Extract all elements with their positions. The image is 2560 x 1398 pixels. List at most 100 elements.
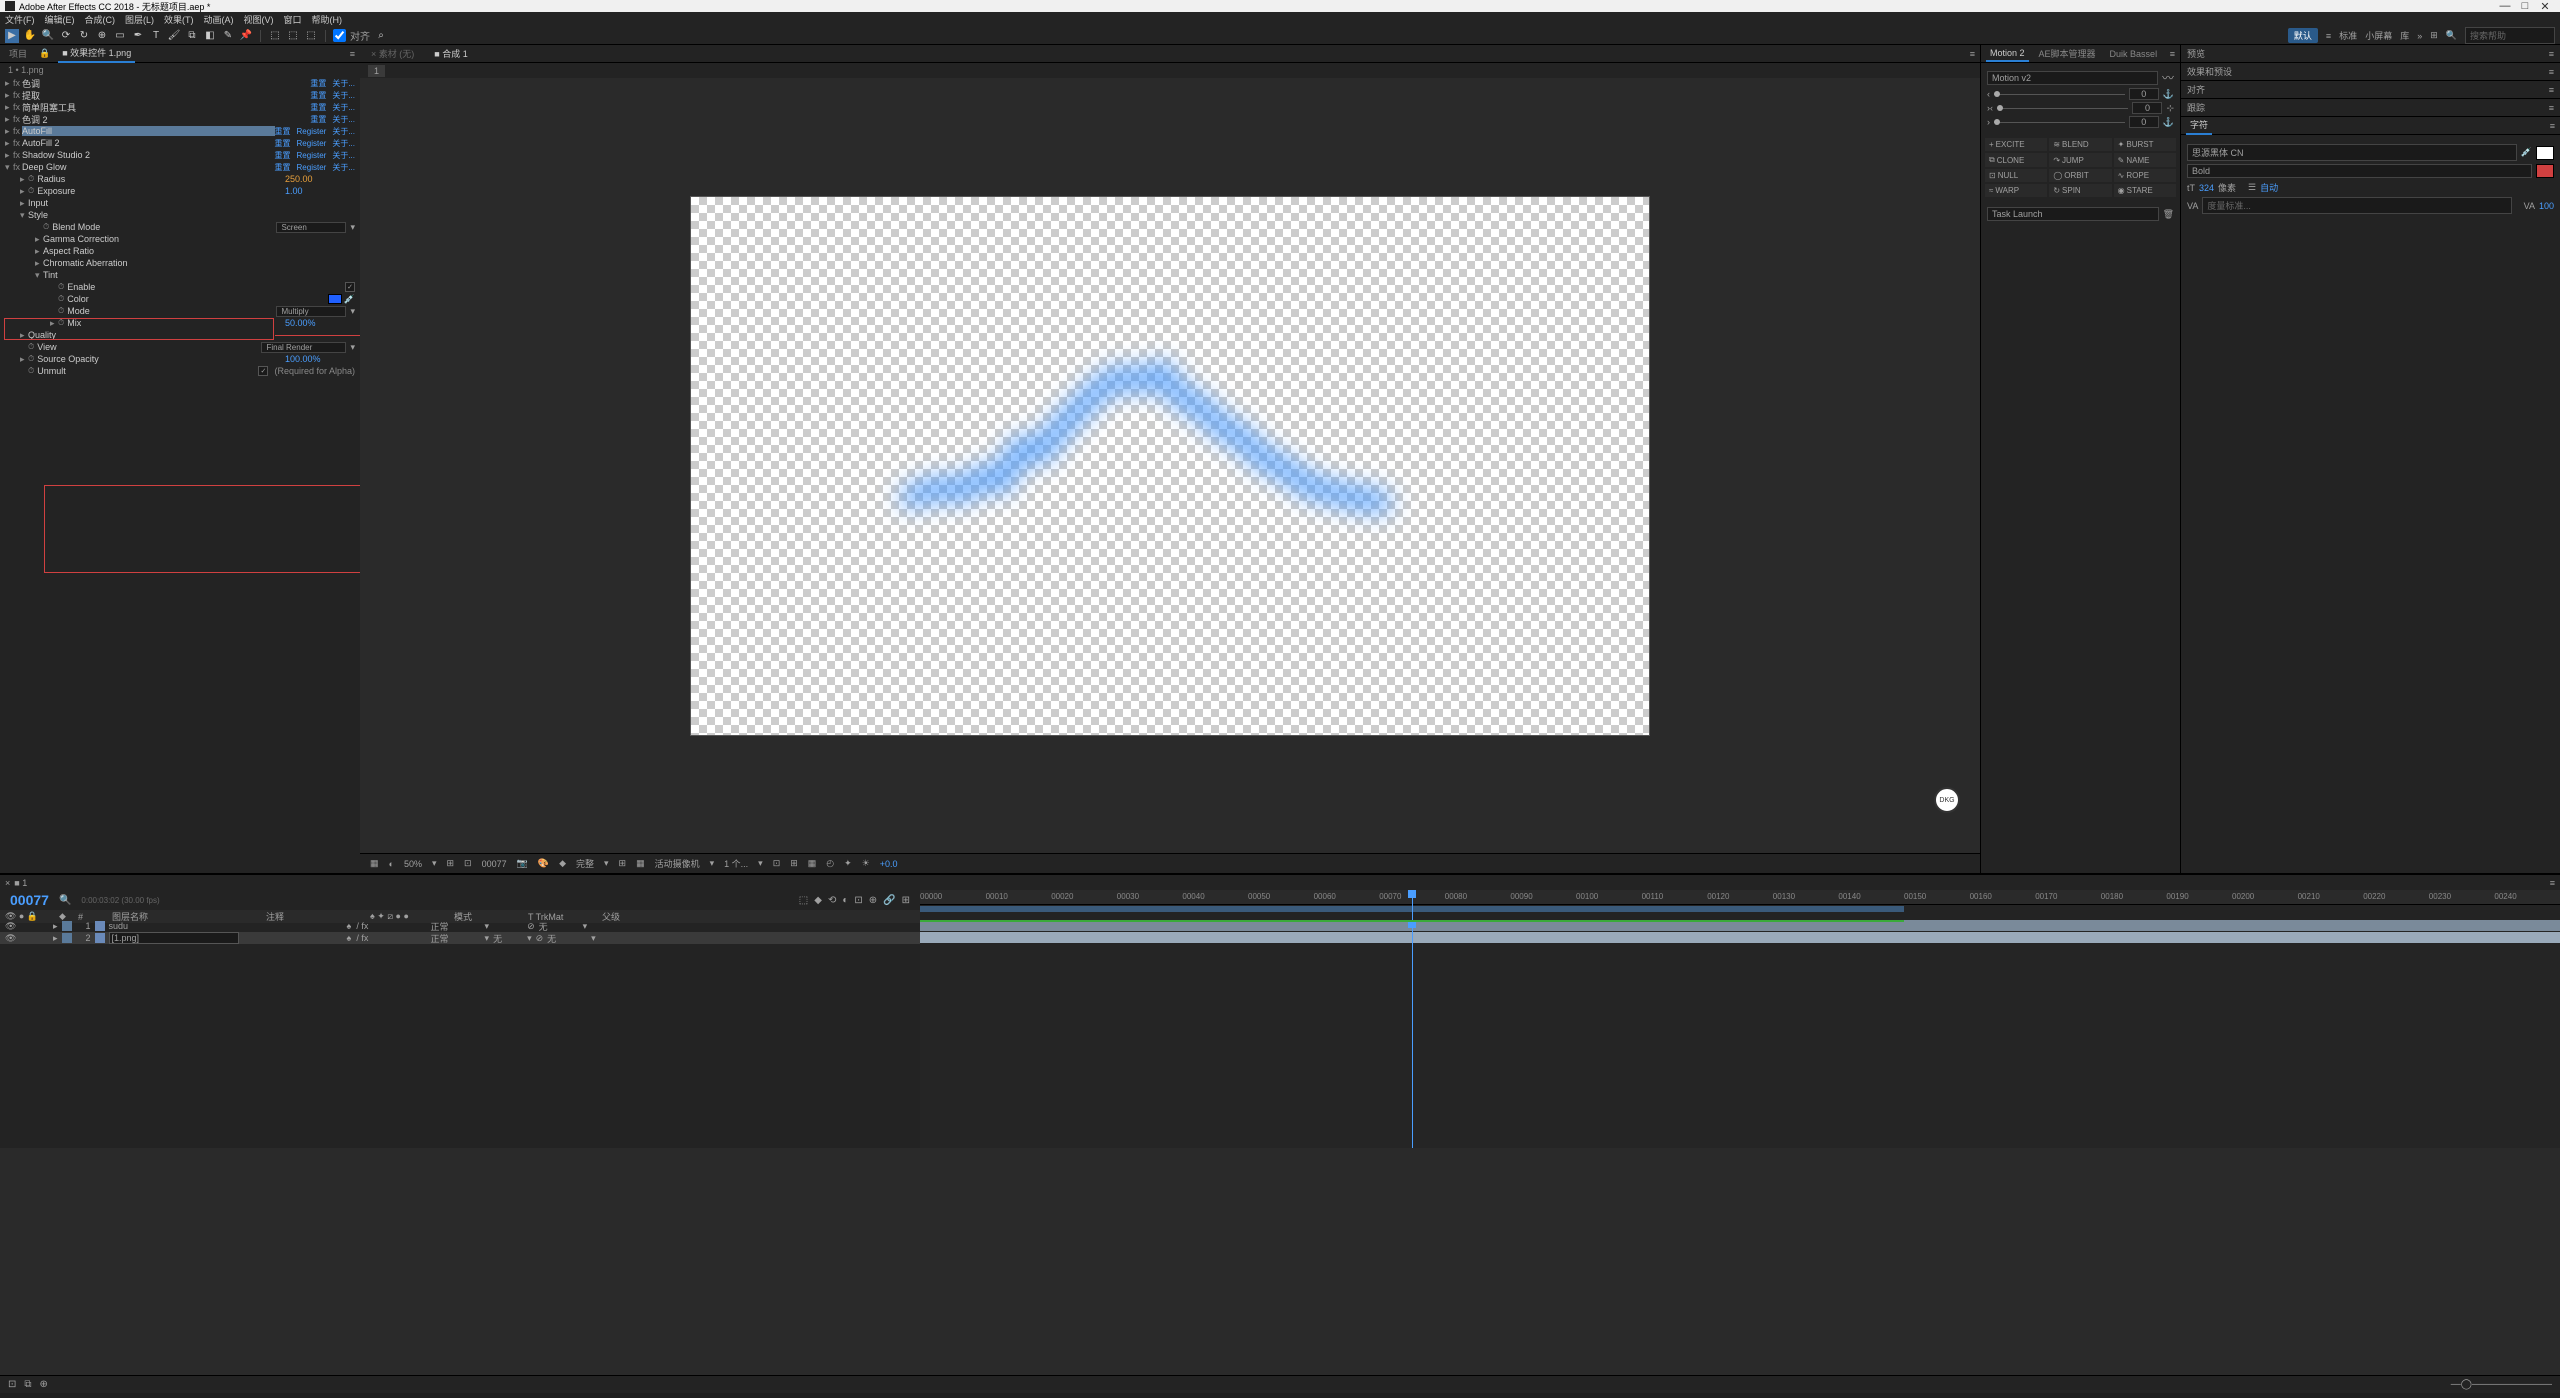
prop-blendmode[interactable]: Blend Mode [52, 222, 276, 232]
tl-icon-8[interactable]: ⊞ [902, 895, 910, 906]
viewer-canvas-area[interactable]: DKG [360, 78, 1980, 853]
clone-tool[interactable]: ⧉ [185, 29, 199, 43]
tl-icon-4[interactable]: ◐ [842, 895, 848, 906]
tl-icon-6[interactable]: ⊕ [869, 895, 877, 906]
view-opt2-icon[interactable]: ⊞ [790, 858, 798, 869]
snapping-checkbox[interactable] [333, 29, 346, 42]
font-weight-dropdown[interactable]: Bold [2187, 164, 2532, 178]
tab-effect-controls[interactable]: ■ 效果控件 1.png [58, 44, 135, 63]
menu-composition[interactable]: 合成(C) [85, 13, 116, 26]
close-button[interactable]: ✕ [2535, 0, 2555, 13]
tl-menu-icon[interactable]: ≡ [2550, 878, 2555, 888]
tl-icon-2[interactable]: ◆ [814, 895, 822, 906]
workspace-standard[interactable]: 标准 [2339, 29, 2357, 42]
eye-icon[interactable]: 👁 [5, 933, 15, 944]
prop-input[interactable]: Input [28, 198, 355, 208]
tasklaunch-dropdown[interactable]: Task Launch [1987, 207, 2159, 221]
layer-row-2[interactable]: 👁 ▸2 [1.png] ♠ / fx 正常▾ 无▾ ⊘无▾ [0, 932, 920, 944]
menu-effect[interactable]: 效果(T) [164, 13, 194, 26]
selection-tool[interactable]: ▶ [5, 29, 19, 43]
kerning-dropdown[interactable]: 度量标准... [2202, 197, 2511, 214]
zoom-dropdown[interactable]: 50% [404, 859, 422, 869]
roto-tool[interactable]: ✎ [221, 29, 235, 43]
fx-tint2[interactable]: 色调 2 [22, 113, 310, 126]
workspace-more-icon[interactable]: » [2417, 31, 2422, 41]
rect-tool[interactable]: ▭ [113, 29, 127, 43]
composition-canvas[interactable] [690, 196, 1650, 736]
current-frame[interactable]: 00077 [10, 892, 49, 908]
exposure-icon[interactable]: ☀ [862, 858, 870, 869]
text-tool[interactable]: T [149, 29, 163, 43]
prop-exposure[interactable]: Exposure [37, 186, 285, 196]
maximize-button[interactable]: □ [2515, 0, 2535, 12]
anchor-icon-3[interactable]: ⚓ [2163, 117, 2174, 128]
prop-mode[interactable]: Mode [67, 306, 276, 316]
btn-jump[interactable]: ↷ JUMP [2049, 153, 2111, 167]
menu-animation[interactable]: 动画(A) [204, 13, 234, 26]
workspace-default[interactable]: 默认 [2288, 28, 2318, 43]
prop-mix[interactable]: Mix [67, 318, 285, 328]
color-swatch[interactable] [328, 294, 342, 304]
brush-tool[interactable]: 🖌 [167, 29, 181, 43]
layer-row-1[interactable]: 👁 ▸1 sudu ♠ / fx 正常▾ ⊘无▾ [0, 920, 920, 932]
enable-checkbox[interactable]: ✓ [345, 282, 355, 292]
tl-icon-3[interactable]: ⟲ [828, 895, 836, 906]
local-axis-icon[interactable]: ⬚ [268, 29, 282, 43]
layer-name-input[interactable]: [1.png] [109, 932, 239, 944]
layer-bar-2[interactable] [920, 932, 2560, 943]
eyedrop-font-icon[interactable]: 💉 [2521, 147, 2532, 158]
view-dropdown[interactable]: Final Render [261, 342, 346, 353]
workspace-library[interactable]: 库 [2400, 29, 2409, 42]
hand-tool[interactable]: ✋ [23, 29, 37, 43]
anchor-icon-1[interactable]: ⚓ [2163, 89, 2174, 100]
viewer-menu-icon[interactable]: ≡ [1970, 49, 1975, 59]
timeline-ruler[interactable]: 0000000010000200003000040000500006000070… [920, 890, 2560, 905]
fill-color[interactable] [2536, 146, 2554, 160]
btn-orbit[interactable]: ◯ ORBIT [2049, 169, 2111, 182]
font-family-dropdown[interactable]: 思源黑体 CN [2187, 144, 2517, 161]
view-opt5-icon[interactable]: ✦ [844, 858, 852, 869]
curve-icon[interactable]: 〰 [2162, 69, 2174, 86]
camera-icon[interactable]: 📷 [517, 858, 528, 869]
prop-aspect[interactable]: Aspect Ratio [43, 246, 355, 256]
world-axis-icon[interactable]: ⬚ [286, 29, 300, 43]
prop-view[interactable]: View [37, 342, 261, 352]
tl-icon-1[interactable]: ⬚ [799, 895, 808, 906]
menu-view[interactable]: 视图(V) [244, 13, 274, 26]
tab-project[interactable]: 项目 [5, 45, 31, 62]
mode-dropdown[interactable]: Multiply [276, 306, 346, 317]
tab-duik[interactable]: Duik Bassel [2106, 47, 2162, 61]
puppet-tool[interactable]: 📌 [239, 29, 253, 43]
eyedropper-icon[interactable]: 💉 [344, 294, 355, 305]
tab-motion2[interactable]: Motion 2 [1986, 46, 2029, 62]
trash-icon[interactable]: 🗑 [2163, 209, 2174, 220]
prop-color[interactable]: Color [67, 294, 328, 304]
fx-shadowstudio[interactable]: Shadow Studio 2 [22, 150, 275, 160]
resolution-dropdown[interactable]: 完整 [576, 857, 594, 870]
search-icon[interactable]: 🔍 [2446, 30, 2457, 41]
fx-deepglow[interactable]: Deep Glow [22, 162, 275, 172]
btn-spin[interactable]: ↻ SPIN [2049, 184, 2111, 197]
track-playhead[interactable] [1412, 920, 1413, 1148]
guide-icon[interactable]: ▦ [636, 858, 645, 869]
blendmode-dropdown[interactable]: Screen [276, 222, 346, 233]
prop-gamma[interactable]: Gamma Correction [43, 234, 355, 244]
tracking-value[interactable]: 100 [2539, 201, 2554, 211]
grid-icon[interactable]: ⊞ [619, 858, 627, 869]
btn-rope[interactable]: ∿ ROPE [2114, 169, 2176, 182]
playhead[interactable] [1412, 890, 1413, 920]
tl-tab-close[interactable]: × [5, 878, 10, 888]
tab-comp1[interactable]: ■ 合成 1 [428, 45, 473, 62]
leading-value[interactable]: 自动 [2260, 181, 2278, 194]
search-help-input[interactable]: 搜索帮助 [2465, 27, 2555, 44]
panel-fxpreset[interactable]: 效果和预设≡ [2181, 63, 2560, 81]
view-opt3-icon[interactable]: ▦ [808, 858, 817, 869]
view-axis-icon[interactable]: ⬚ [304, 29, 318, 43]
color-icon[interactable]: 🎨 [538, 858, 549, 869]
workspace-menu-icon[interactable]: ⊞ [2430, 30, 2438, 41]
eye-icon[interactable]: 👁 [5, 921, 15, 932]
viewer-id[interactable]: 1 [368, 65, 385, 77]
tab-script-mgr[interactable]: AE脚本管理器 [2035, 45, 2100, 62]
prop-enable[interactable]: Enable [67, 282, 345, 292]
stroke-color[interactable] [2536, 164, 2554, 178]
